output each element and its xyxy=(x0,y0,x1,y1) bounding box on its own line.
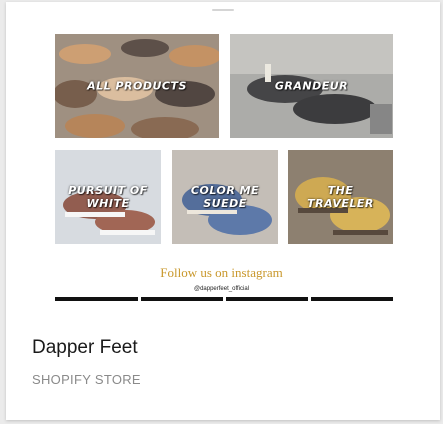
drag-handle xyxy=(212,9,234,11)
tile-the-traveler[interactable]: THE TRAVELER xyxy=(288,150,393,244)
tile-grandeur[interactable]: GRANDEUR xyxy=(230,34,393,138)
tile-pursuit-of-white[interactable]: PURSUIT OF WHITE xyxy=(55,150,161,244)
store-name[interactable]: Dapper Feet xyxy=(32,337,138,359)
instagram-follow-text: Follow us on instagram xyxy=(160,265,283,280)
instagram-thumb xyxy=(141,297,223,301)
instagram-thumb xyxy=(226,297,308,301)
tile-label: THE TRAVELER xyxy=(307,184,374,210)
tile-label: GRANDEUR xyxy=(274,79,349,93)
instagram-handle: @dapperfeet_official xyxy=(193,286,250,292)
tile-all-products[interactable]: ALL PRODUCTS xyxy=(55,34,219,138)
tile-label: COLOR ME SUEDE xyxy=(190,184,260,210)
tile-label: PURSUIT OF WHITE xyxy=(68,184,148,210)
instagram-thumb xyxy=(55,297,138,301)
tile-color-me-suede[interactable]: COLOR ME SUEDE xyxy=(172,150,278,244)
store-type-label: SHOPIFY STORE xyxy=(32,372,141,387)
tile-label: ALL PRODUCTS xyxy=(87,79,187,93)
instagram-thumb xyxy=(311,297,393,301)
